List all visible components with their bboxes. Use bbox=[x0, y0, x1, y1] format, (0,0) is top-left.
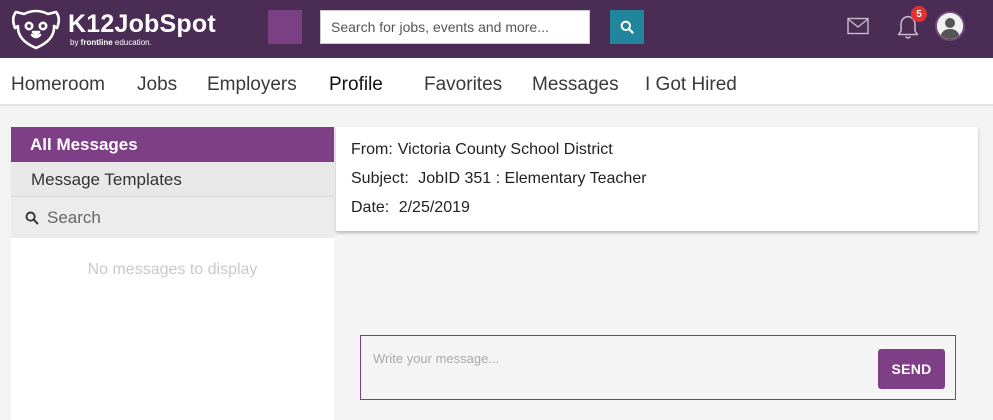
main-nav: Homeroom Jobs Employers Profile Favorite… bbox=[0, 58, 993, 106]
brand-tagline: by frontline education. bbox=[70, 38, 152, 47]
nav-i-got-hired[interactable]: I Got Hired bbox=[645, 74, 737, 96]
sidebar-item-message-templates[interactable]: Message Templates bbox=[11, 162, 334, 197]
search-input[interactable] bbox=[320, 10, 590, 44]
send-button[interactable]: SEND bbox=[878, 349, 945, 389]
nav-favorites[interactable]: Favorites bbox=[424, 74, 502, 96]
from-value: Victoria County School District bbox=[397, 141, 613, 158]
message-search-input[interactable] bbox=[47, 207, 317, 228]
message-input[interactable] bbox=[373, 348, 863, 368]
date-label: Date: bbox=[351, 199, 390, 216]
nav-homeroom[interactable]: Homeroom bbox=[11, 74, 105, 96]
message-subject: Subject: JobID 351 : Elementary Teacher bbox=[351, 170, 978, 199]
subject-label: Subject: bbox=[351, 170, 409, 187]
search-icon bbox=[25, 211, 39, 224]
compose-box: SEND bbox=[360, 335, 956, 400]
nav-messages[interactable]: Messages bbox=[532, 74, 619, 96]
from-label: From: bbox=[351, 141, 393, 158]
user-avatar[interactable] bbox=[935, 11, 965, 41]
mail-icon[interactable] bbox=[847, 17, 869, 35]
brand-logo[interactable]: K12JobSpot by frontline education. bbox=[10, 6, 216, 52]
sidebar-item-all-messages[interactable]: All Messages bbox=[11, 127, 334, 162]
dog-logo-icon bbox=[11, 9, 61, 50]
message-date: Date: 2/25/2019 bbox=[351, 199, 978, 228]
message-panel: From: Victoria County School District Sub… bbox=[336, 127, 978, 420]
notification-badge: 5 bbox=[911, 6, 927, 22]
messages-sidebar: All Messages Message Templates No messag… bbox=[11, 127, 334, 420]
empty-messages-text: No messages to display bbox=[87, 261, 258, 278]
top-header: K12JobSpot by frontline education. 5 bbox=[0, 0, 993, 58]
nav-jobs[interactable]: Jobs bbox=[137, 74, 177, 96]
sidebar-search bbox=[11, 197, 334, 238]
nav-profile[interactable]: Profile bbox=[329, 74, 383, 96]
date-value: 2/25/2019 bbox=[398, 199, 470, 216]
header-square-button[interactable] bbox=[268, 10, 302, 44]
subject-value: JobID 351 : Elementary Teacher bbox=[418, 170, 647, 187]
search-button[interactable] bbox=[610, 10, 644, 44]
nav-employers[interactable]: Employers bbox=[207, 74, 297, 96]
brand-name: K12JobSpot bbox=[68, 10, 216, 38]
user-icon bbox=[937, 13, 963, 39]
search-icon bbox=[620, 20, 634, 34]
message-header: From: Victoria County School District Sub… bbox=[336, 127, 978, 231]
message-from: From: Victoria County School District bbox=[351, 141, 978, 170]
